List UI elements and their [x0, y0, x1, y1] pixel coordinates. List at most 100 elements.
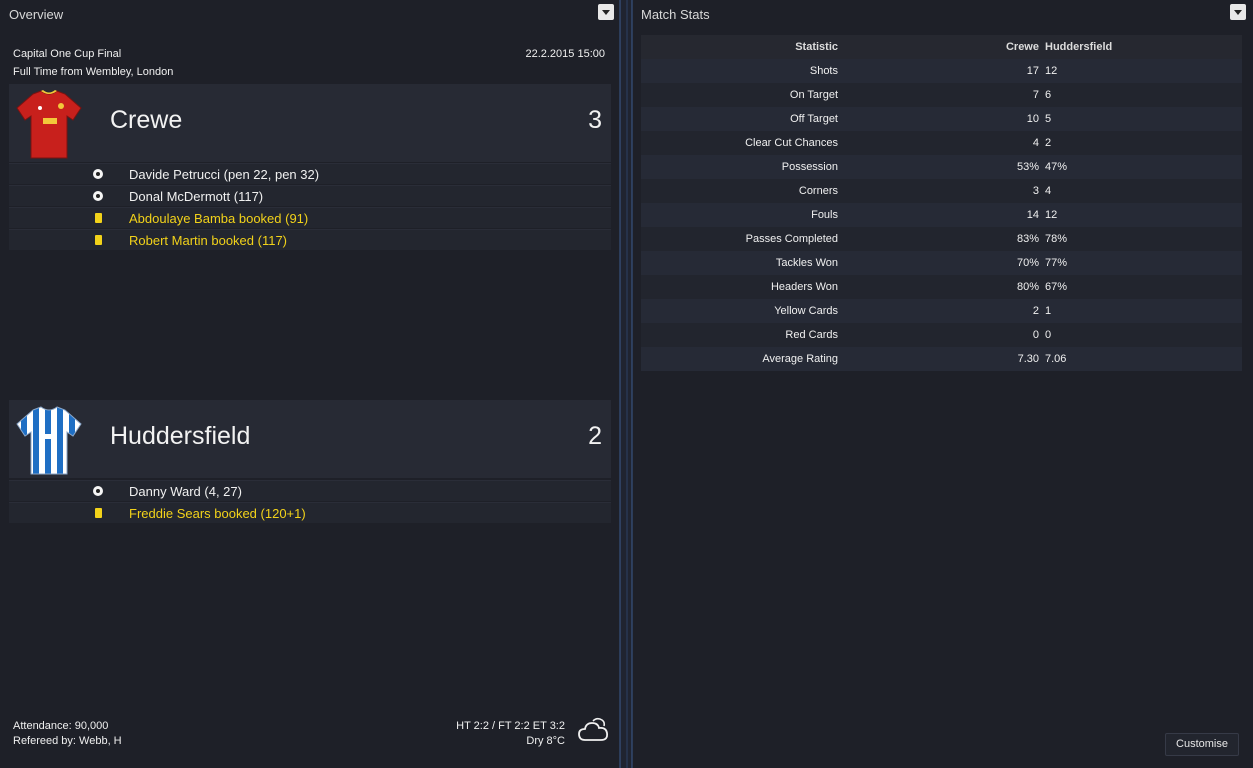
stat-home-value: 70%	[1016, 257, 1039, 269]
stat-label: Yellow Cards	[774, 305, 838, 317]
home-team-header: Crewe 3	[9, 84, 611, 162]
football-icon	[93, 191, 103, 201]
stat-away-value: 2	[1045, 137, 1052, 149]
stat-home-value: 17	[1026, 65, 1039, 77]
competition-name: Capital One Cup Final	[13, 48, 122, 60]
home-team-score: 3	[588, 106, 602, 134]
stats-row: Red Cards 0 0	[641, 323, 1242, 347]
stat-away-value: 78%	[1045, 233, 1068, 245]
home-event-row: Abdoulaye Bamba booked (91)	[9, 207, 611, 228]
huddersfield-shirt-icon	[16, 406, 82, 475]
weather-text: Dry 8°C	[526, 735, 565, 747]
stat-label: On Target	[789, 89, 838, 101]
stat-home-value: 0	[1032, 329, 1039, 341]
stats-row: Fouls 14 12	[641, 203, 1242, 227]
stats-row: Possession 53% 47%	[641, 155, 1242, 179]
away-team-header: Huddersfield 2	[9, 400, 611, 478]
score-summary: HT 2:2 / FT 2:2 ET 3:2	[456, 720, 565, 732]
stat-label: Passes Completed	[745, 233, 838, 245]
statistic-column-header[interactable]: Statistic	[795, 41, 838, 53]
stat-label: Headers Won	[770, 281, 838, 293]
stat-away-value: 6	[1045, 89, 1052, 101]
stat-label: Average Rating	[762, 353, 838, 365]
away-team-name[interactable]: Huddersfield	[110, 422, 250, 451]
yellow-card-icon	[95, 235, 102, 245]
stat-home-value: 80%	[1016, 281, 1039, 293]
stat-label: Fouls	[811, 209, 838, 221]
cloud-icon	[578, 717, 609, 741]
home-team-name[interactable]: Crewe	[110, 106, 182, 135]
overview-menu-button[interactable]	[598, 4, 614, 20]
stats-row: Yellow Cards 2 1	[641, 299, 1242, 323]
home-event-row: Davide Petrucci (pen 22, pen 32)	[9, 163, 611, 184]
match-stats-menu-button[interactable]	[1230, 4, 1246, 20]
away-event-row: Danny Ward (4, 27)	[9, 480, 611, 501]
event-text[interactable]: Donal McDermott (117)	[129, 189, 263, 204]
stats-row: Passes Completed 83% 78%	[641, 227, 1242, 251]
away-team-score: 2	[588, 422, 602, 450]
stat-home-value: 53%	[1016, 161, 1039, 173]
crewe-shirt-icon	[16, 90, 82, 159]
stats-row: Shots 17 12	[641, 59, 1242, 83]
yellow-card-icon	[95, 213, 102, 223]
stat-label: Red Cards	[785, 329, 838, 341]
stat-label: Off Target	[790, 113, 838, 125]
event-text[interactable]: Freddie Sears booked (120+1)	[129, 506, 306, 521]
away-event-row: Freddie Sears booked (120+1)	[9, 502, 611, 523]
stat-label: Shots	[809, 65, 838, 77]
stat-away-value: 12	[1045, 209, 1058, 221]
stat-home-value: 10	[1026, 113, 1039, 125]
stats-row: Off Target 10 5	[641, 107, 1242, 131]
home-column-header[interactable]: Crewe	[1006, 41, 1039, 53]
stat-away-value: 67%	[1045, 281, 1068, 293]
stat-home-value: 4	[1032, 137, 1039, 149]
event-text[interactable]: Robert Martin booked (117)	[129, 233, 287, 248]
match-stats-title: Match Stats	[641, 7, 710, 22]
customise-button[interactable]: Customise	[1165, 733, 1239, 756]
stat-home-value: 14	[1026, 209, 1039, 221]
stats-rows: Shots 17 12 On Target 7 6 Off Target 10 5 Clear C…	[641, 59, 1242, 371]
home-event-row: Donal McDermott (117)	[9, 185, 611, 206]
event-text[interactable]: Abdoulaye Bamba booked (91)	[129, 211, 308, 226]
match-status: Full Time from Wembley, London	[13, 66, 174, 78]
match-stats-panel: Match Stats Statistic Crewe Huddersfield…	[632, 0, 1253, 768]
stats-row: Headers Won 80% 67%	[641, 275, 1242, 299]
stat-away-value: 4	[1045, 185, 1052, 197]
home-event-row: Robert Martin booked (117)	[9, 229, 611, 250]
stat-home-value: 3	[1032, 185, 1039, 197]
match-datetime: 22.2.2015 15:00	[525, 48, 605, 60]
stat-label: Clear Cut Chances	[745, 137, 838, 149]
panel-splitter[interactable]	[620, 0, 632, 768]
stat-away-value: 0	[1045, 329, 1052, 341]
stat-label: Tackles Won	[775, 257, 838, 269]
stat-home-value: 7	[1032, 89, 1039, 101]
referee: Refereed by: Webb, H	[13, 735, 122, 747]
football-icon	[93, 486, 103, 496]
stat-label: Possession	[781, 161, 838, 173]
event-text[interactable]: Davide Petrucci (pen 22, pen 32)	[129, 167, 319, 182]
stat-away-value: 1	[1045, 305, 1052, 317]
chevron-down-icon	[1234, 9, 1242, 15]
stats-row: Corners 3 4	[641, 179, 1242, 203]
stats-row: Tackles Won 70% 77%	[641, 251, 1242, 275]
stats-row: Average Rating 7.30 7.06	[641, 347, 1242, 371]
stats-row: On Target 7 6	[641, 83, 1242, 107]
football-icon	[93, 169, 103, 179]
stat-away-value: 7.06	[1045, 353, 1067, 365]
stats-header-row: Statistic Crewe Huddersfield	[641, 35, 1242, 59]
stat-away-value: 77%	[1045, 257, 1068, 269]
stats-row: Clear Cut Chances 4 2	[641, 131, 1242, 155]
stat-home-value: 2	[1032, 305, 1039, 317]
splitter-line	[626, 0, 628, 768]
stat-away-value: 47%	[1045, 161, 1068, 173]
stat-away-value: 12	[1045, 65, 1058, 77]
chevron-down-icon	[602, 9, 610, 15]
yellow-card-icon	[95, 508, 102, 518]
event-text[interactable]: Danny Ward (4, 27)	[129, 484, 242, 499]
stat-home-value: 7.30	[1017, 353, 1039, 365]
stat-away-value: 5	[1045, 113, 1052, 125]
overview-panel: Overview Capital One Cup Final 22.2.2015…	[0, 0, 620, 768]
stat-home-value: 83%	[1016, 233, 1039, 245]
attendance: Attendance: 90,000	[13, 720, 109, 732]
away-column-header[interactable]: Huddersfield	[1045, 41, 1112, 53]
